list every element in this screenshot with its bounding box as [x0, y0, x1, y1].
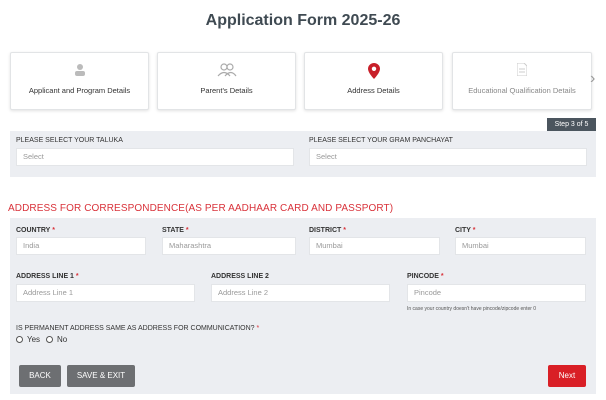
step-parents[interactable]: Parent's Details	[157, 52, 296, 110]
pincode-input[interactable]: Pincode	[407, 284, 586, 302]
map-pin-icon	[305, 63, 442, 79]
step-label: Parent's Details	[200, 86, 253, 95]
step-label: Applicant and Program Details	[28, 86, 131, 95]
save-exit-button[interactable]: SAVE & EXIT	[67, 365, 135, 387]
country-input[interactable]: India	[16, 237, 146, 255]
city-label: CITY *	[455, 227, 476, 234]
section-title: ADDRESS FOR CORRESPONDENCE(AS PER AADHAA…	[8, 203, 394, 214]
users-icon	[158, 63, 295, 79]
radio-circle-icon	[46, 336, 53, 343]
step-label: Educational Qualification Details	[468, 86, 576, 95]
chevron-right-icon[interactable]: ›	[590, 70, 595, 88]
step-address[interactable]: Address Details	[304, 52, 443, 110]
city-input[interactable]: Mumbai	[455, 237, 586, 255]
step-educational[interactable]: Educational Qualification Details	[452, 52, 592, 110]
permanent-address-question: IS PERMANENT ADDRESS SAME AS ADDRESS FOR…	[16, 325, 260, 332]
document-icon	[453, 63, 591, 79]
taluka-label: PLEASE SELECT YOUR TALUKA	[16, 137, 123, 144]
address-line1-label: ADDRESS LINE 1 *	[16, 273, 79, 280]
pincode-label: PINCODE *	[407, 273, 444, 280]
country-label: COUNTRY *	[16, 227, 55, 234]
radio-yes[interactable]: Yes	[16, 335, 40, 344]
page-title: Application Form 2025-26	[205, 12, 401, 29]
radio-no[interactable]: No	[46, 335, 67, 344]
gram-panchayat-select[interactable]: Select	[309, 148, 587, 166]
district-input[interactable]: Mumbai	[309, 237, 440, 255]
district-label: DISTRICT *	[309, 227, 346, 234]
state-input[interactable]: Maharashtra	[162, 237, 296, 255]
radio-yes-label: Yes	[27, 335, 41, 344]
address-line1-input[interactable]: Address Line 1	[16, 284, 195, 302]
user-icon	[11, 63, 148, 79]
pincode-hint: In case your country doesn't have pincod…	[407, 306, 537, 312]
radio-circle-icon	[16, 336, 23, 343]
gram-panchayat-label: PLEASE SELECT YOUR GRAM PANCHAYAT	[309, 137, 453, 144]
address-line2-input[interactable]: Address Line 2	[211, 284, 390, 302]
step-tabs: Applicant and Program Details Parent's D…	[10, 52, 600, 112]
step-indicator: Step 3 of 5	[547, 118, 596, 131]
taluka-select[interactable]: Select	[16, 148, 294, 166]
location-panel: PLEASE SELECT YOUR TALUKA Select PLEASE …	[10, 131, 596, 177]
address-line2-label: ADDRESS LINE 2	[211, 273, 269, 280]
radio-no-label: No	[57, 335, 68, 344]
next-button[interactable]: Next	[548, 365, 586, 387]
state-label: STATE *	[162, 227, 189, 234]
step-label: Address Details	[347, 86, 400, 95]
back-button[interactable]: BACK	[19, 365, 61, 387]
step-applicant-program[interactable]: Applicant and Program Details	[10, 52, 149, 110]
